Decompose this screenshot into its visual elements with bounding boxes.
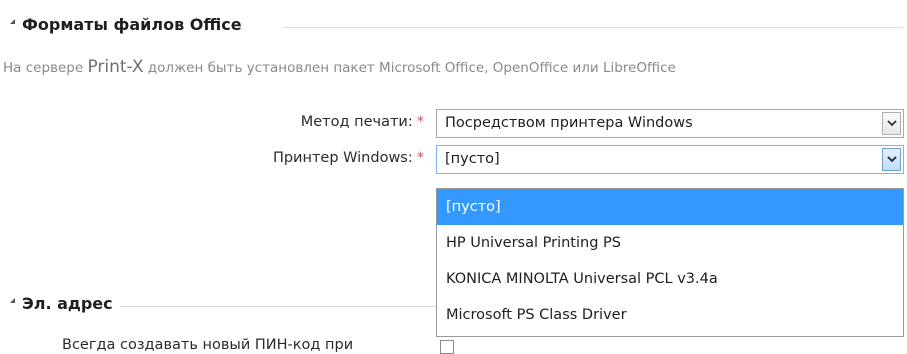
section-email-header[interactable]: Эл. адрес — [10, 294, 113, 313]
chevron-down-icon — [886, 120, 897, 127]
required-marker: * — [416, 150, 424, 166]
windows-printer-value: [пусто] — [445, 151, 500, 167]
collapse-triangle-icon[interactable] — [10, 19, 15, 24]
print-method-label: Метод печати: * — [301, 114, 424, 130]
section-office-formats-title: Форматы файлов Office — [22, 15, 242, 34]
printer-option-konica-minolta-pcl[interactable]: KONICA MINOLTA Universal PCL v3.4a — [437, 261, 903, 297]
section-office-formats-header[interactable]: Форматы файлов Office — [10, 15, 242, 34]
always-new-pin-label: Всегда создавать новый ПИН-код при — [62, 337, 354, 353]
required-marker: * — [416, 114, 424, 130]
print-method-label-text: Метод печати: — [300, 114, 413, 130]
collapse-triangle-icon[interactable] — [10, 298, 15, 303]
note-prefix: На сервере — [3, 60, 88, 76]
section-divider — [283, 27, 903, 28]
windows-printer-dropdown-button[interactable] — [882, 148, 901, 171]
note-product-name: Print-X — [87, 57, 144, 77]
note-suffix: должен быть установлен пакет Microsoft O… — [143, 60, 676, 76]
printer-option-microsoft-ps-class[interactable]: Microsoft PS Class Driver — [437, 297, 903, 333]
always-new-pin-checkbox[interactable] — [440, 340, 454, 354]
windows-printer-select[interactable]: [пусто] — [436, 145, 904, 174]
chevron-down-icon — [886, 156, 897, 163]
printer-option-empty[interactable]: [пусто] — [437, 189, 903, 225]
section-email-title: Эл. адрес — [22, 294, 113, 313]
windows-printer-options-list[interactable]: [пусто] HP Universal Printing PS KONICA … — [436, 188, 904, 337]
print-method-dropdown-button[interactable] — [882, 112, 901, 135]
office-requirement-note: На сервере Print-X должен быть установле… — [3, 57, 907, 77]
print-method-select[interactable]: Посредством принтера Windows — [436, 109, 904, 138]
section-divider — [120, 306, 436, 307]
windows-printer-label: Принтер Windows: * — [273, 150, 424, 166]
print-method-value: Посредством принтера Windows — [445, 115, 693, 131]
printer-option-hp-universal-ps[interactable]: HP Universal Printing PS — [437, 225, 903, 261]
windows-printer-label-text: Принтер Windows: — [272, 150, 413, 166]
